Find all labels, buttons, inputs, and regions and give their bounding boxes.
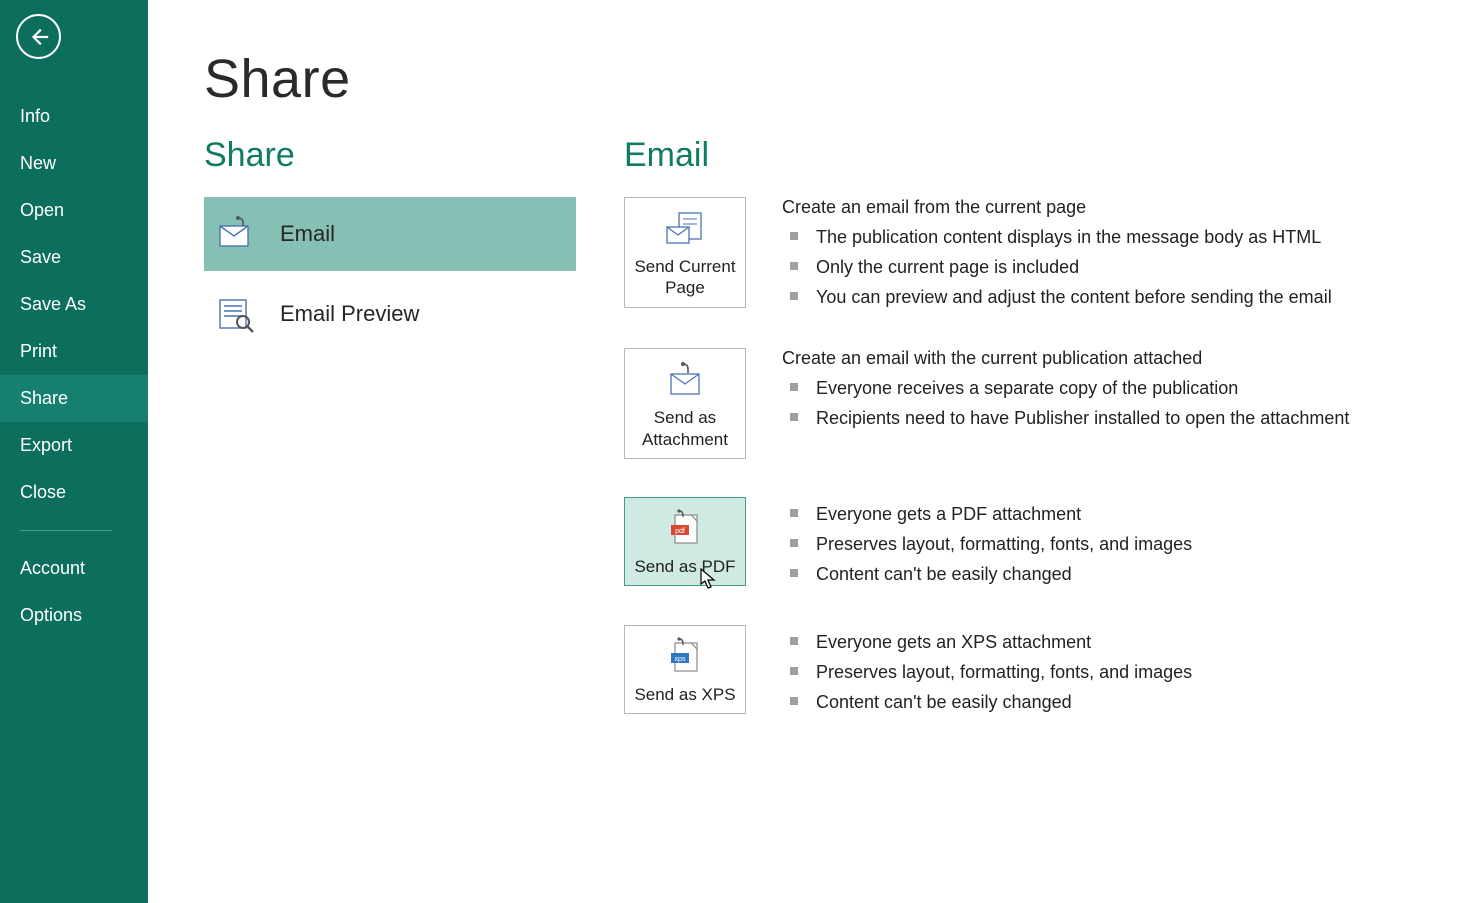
send-as-xps-button[interactable]: xps Send as XPS xyxy=(624,625,746,714)
share-option-email-label: Email xyxy=(280,221,335,247)
send-as-xps-desc: Everyone gets an XPS attachment Preserve… xyxy=(782,625,1192,715)
list-item: Preserves layout, formatting, fonts, and… xyxy=(790,531,1192,557)
sidebar-item-new[interactable]: New xyxy=(0,140,148,187)
attachment-icon xyxy=(629,359,741,401)
email-item-send-xps: xps Send as XPS Everyone gets an XPS att… xyxy=(624,625,1437,715)
sidebar-item-close[interactable]: Close xyxy=(0,469,148,516)
list-item: Everyone gets a PDF attachment xyxy=(790,501,1192,527)
send-as-pdf-desc: Everyone gets a PDF attachment Preserves… xyxy=(782,497,1192,587)
share-heading: Share xyxy=(204,136,576,175)
list-item: You can preview and adjust the content b… xyxy=(790,284,1332,310)
sidebar-item-save-as[interactable]: Save As xyxy=(0,281,148,328)
arrow-left-icon xyxy=(28,26,50,48)
page-title: Share xyxy=(204,48,1477,110)
share-option-email-preview[interactable]: Email Preview xyxy=(204,277,576,351)
sidebar-item-print[interactable]: Print xyxy=(0,328,148,375)
sidebar-item-share[interactable]: Share xyxy=(0,375,148,422)
email-item-send-pdf: pdf Send as PDF Everyone gets a PDF atta… xyxy=(624,497,1437,587)
svg-text:pdf: pdf xyxy=(675,528,685,535)
list-item: Content can't be easily changed xyxy=(790,689,1192,715)
send-as-attachment-label: Send as Attachment xyxy=(629,407,741,450)
main-content: Share Share Email xyxy=(148,0,1477,903)
list-item: Recipients need to have Publisher instal… xyxy=(790,405,1349,431)
email-item-send-attachment: Send as Attachment Create an email with … xyxy=(624,348,1437,459)
sidebar-item-export[interactable]: Export xyxy=(0,422,148,469)
list-item: Content can't be easily changed xyxy=(790,561,1192,587)
list-item: Preserves layout, formatting, fonts, and… xyxy=(790,659,1192,685)
sidebar-separator xyxy=(20,530,112,531)
send-current-page-button[interactable]: Send Current Page xyxy=(624,197,746,308)
sidebar-item-info[interactable]: Info xyxy=(0,93,148,140)
backstage-sidebar: Info New Open Save Save As Print Share E… xyxy=(0,0,148,903)
send-as-pdf-label: Send as PDF xyxy=(629,556,741,577)
send-current-page-lead: Create an email from the current page xyxy=(782,197,1332,218)
list-item: Only the current page is included xyxy=(790,254,1332,280)
share-panel: Share Email xyxy=(204,136,576,753)
email-preview-icon xyxy=(214,292,258,336)
sidebar-item-open[interactable]: Open xyxy=(0,187,148,234)
send-as-pdf-button[interactable]: pdf Send as PDF xyxy=(624,497,746,586)
list-item: The publication content displays in the … xyxy=(790,224,1332,250)
back-button[interactable] xyxy=(16,14,61,59)
send-current-page-label: Send Current Page xyxy=(629,256,741,299)
xps-icon: xps xyxy=(629,636,741,678)
pdf-icon: pdf xyxy=(629,508,741,550)
sidebar-item-save[interactable]: Save xyxy=(0,234,148,281)
send-current-page-desc: Create an email from the current page Th… xyxy=(782,197,1332,310)
send-page-icon xyxy=(629,208,741,250)
share-option-email-preview-label: Email Preview xyxy=(280,301,419,327)
sidebar-item-account[interactable]: Account xyxy=(0,545,148,592)
list-item: Everyone receives a separate copy of the… xyxy=(790,375,1349,401)
send-as-attachment-button[interactable]: Send as Attachment xyxy=(624,348,746,459)
send-as-attachment-desc: Create an email with the current publica… xyxy=(782,348,1349,431)
send-as-attachment-lead: Create an email with the current publica… xyxy=(782,348,1349,369)
share-option-email[interactable]: Email xyxy=(204,197,576,271)
email-item-send-current-page: Send Current Page Create an email from t… xyxy=(624,197,1437,310)
email-panel: Email Send Current Page xyxy=(624,136,1477,753)
list-item: Everyone gets an XPS attachment xyxy=(790,629,1192,655)
sidebar-nav: Info New Open Save Save As Print Share E… xyxy=(0,93,148,639)
sidebar-item-options[interactable]: Options xyxy=(0,592,148,639)
svg-text:xps: xps xyxy=(675,656,686,663)
send-as-xps-label: Send as XPS xyxy=(629,684,741,705)
email-heading: Email xyxy=(624,136,1437,175)
email-icon xyxy=(214,212,258,256)
